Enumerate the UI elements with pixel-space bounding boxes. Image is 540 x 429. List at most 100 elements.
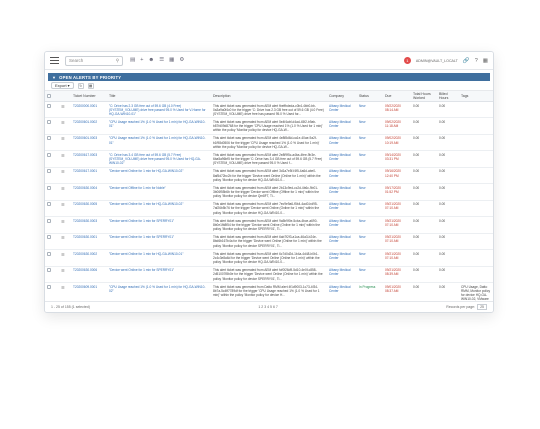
cell-title[interactable]: "Device went Online for 1 min for SPERRY…	[107, 216, 211, 234]
columns-icon[interactable]: ▦	[87, 82, 94, 89]
cell-company[interactable]: Albany Medical Center	[327, 266, 357, 284]
row-checkbox[interactable]	[45, 167, 59, 185]
user-name[interactable]: ADMIN@VAULT_LOCALT	[416, 59, 458, 63]
cell-title[interactable]: "C: Drive has 2.3 GB free out of 59.6 GB…	[107, 101, 211, 119]
chart-icon[interactable]: ▤	[130, 57, 135, 64]
cell-title[interactable]: "Device went Online for 1 min for HQ-GA-…	[107, 249, 211, 267]
cell-company[interactable]: Albany Medical Center	[327, 200, 357, 218]
row-menu-icon[interactable]: ☰	[59, 134, 71, 152]
row-checkbox[interactable]	[45, 233, 59, 251]
cell-title[interactable]: "Device went Online for 1 min for SPERRY…	[107, 233, 211, 251]
table-row[interactable]: ☰ T20200630.0004 "Device went Offline for …	[45, 183, 493, 201]
column-header[interactable]: Company	[327, 91, 357, 102]
row-checkbox[interactable]	[45, 266, 59, 284]
table-row[interactable]: ☰ T20200617.0003 "C: Drive has 3.4 GB free…	[45, 150, 493, 168]
cell-ticket[interactable]: T20200630.0002	[71, 249, 107, 267]
cell-company[interactable]: Albany Medical Center	[327, 101, 357, 119]
row-menu-icon[interactable]: ☰	[59, 150, 71, 168]
cell-company[interactable]: Albany Medical Center	[327, 233, 357, 251]
pagination[interactable]: 1 2 3 4 5 6 7	[258, 305, 277, 309]
topbar-right: 1 ADMIN@VAULT_LOCALT 🔗 ? ▦	[403, 57, 488, 64]
row-menu-icon[interactable]: ☰	[59, 101, 71, 119]
cell-ticket[interactable]: T20200000.0001	[71, 101, 107, 119]
cell-title[interactable]: "Device went Offline for 1 min for Noble…	[107, 183, 211, 201]
cell-ticket[interactable]: T20200630.0003	[71, 216, 107, 234]
cell-ticket[interactable]: T20200601.0002	[71, 117, 107, 135]
table-row[interactable]: ☰ T20200630.0003 "Device went Online for 1…	[45, 216, 493, 234]
cell-ticket[interactable]: T20200630.0001	[71, 233, 107, 251]
cell-company[interactable]: Albany Medical Center	[327, 249, 357, 267]
table-row[interactable]: ☰ T20200630.0005 "Device went Online for 1…	[45, 200, 493, 218]
export-button[interactable]: Export ▾	[51, 82, 74, 89]
column-header[interactable]: Ticket Number	[71, 91, 107, 102]
row-menu-icon[interactable]: ☰	[59, 183, 71, 201]
row-menu-icon[interactable]: ☰	[59, 216, 71, 234]
settings-icon[interactable]: ⚙	[179, 57, 184, 64]
column-header[interactable]: Status	[357, 91, 383, 102]
row-menu-icon[interactable]: ☰	[59, 117, 71, 135]
table-row[interactable]: ☰ T20200617.0001 "Device went Online for 1…	[45, 167, 493, 185]
row-menu-icon[interactable]: ☰	[59, 249, 71, 267]
cell-company[interactable]: Albany Medical Center	[327, 167, 357, 185]
row-menu-icon[interactable]: ☰	[59, 200, 71, 218]
cell-company[interactable]: Albany Medical Center	[327, 216, 357, 234]
cell-title[interactable]: "CPU Usage reached 1% (1.0 % Used for 1 …	[107, 117, 211, 135]
row-checkbox[interactable]	[45, 134, 59, 152]
cell-title[interactable]: "C: Drive has 3.4 GB free out of 59.6 GB…	[107, 150, 211, 168]
cell-company[interactable]: Albany Medical Center	[327, 134, 357, 152]
table-row[interactable]: ☰ T20200000.0001 "C: Drive has 2.3 GB free…	[45, 101, 493, 119]
row-checkbox[interactable]	[45, 117, 59, 135]
notification-badge[interactable]: 1	[403, 57, 411, 64]
cell-ticket[interactable]: T20200617.0001	[71, 167, 107, 185]
select-all-checkbox[interactable]	[45, 91, 59, 102]
row-menu-icon[interactable]: ☰	[59, 266, 71, 284]
column-header[interactable]: Due	[383, 91, 411, 102]
table-row[interactable]: ☰ T20200630.0006 "Device went Online for 1…	[45, 266, 493, 284]
user-icon[interactable]: ☻	[148, 57, 154, 64]
row-checkbox[interactable]	[45, 150, 59, 168]
refresh-icon[interactable]: ↻	[77, 82, 84, 89]
table-row[interactable]: ☰ T20200630.0002 "Device went Online for 1…	[45, 249, 493, 267]
column-header[interactable]: Tags	[459, 91, 493, 102]
link-icon[interactable]: 🔗	[463, 58, 470, 64]
cell-company[interactable]: Albany Medical Center	[327, 183, 357, 201]
collapse-caret-icon[interactable]: ▼	[52, 75, 56, 80]
list-icon[interactable]: ☰	[159, 57, 164, 64]
help-icon[interactable]: ?	[475, 58, 478, 64]
column-header[interactable]: Description	[211, 91, 327, 102]
table-row[interactable]: ☰ T20200601.0003 "CPU Usage reached 1% (1.…	[45, 134, 493, 152]
row-checkbox[interactable]	[45, 216, 59, 234]
column-header[interactable]: Title	[107, 91, 211, 102]
cell-title[interactable]: "CPU Usage reached 1% (1.0 % Used for 1 …	[107, 134, 211, 152]
table-row[interactable]: ☰ T20200630.0001 "Device went Online for 1…	[45, 233, 493, 251]
calendar-icon[interactable]: ▦	[169, 57, 174, 64]
row-checkbox[interactable]	[45, 101, 59, 119]
column-header[interactable]: Billed Hours	[437, 91, 459, 102]
cell-title[interactable]: "Device went Online for 1 min for HQ-GA-…	[107, 200, 211, 218]
search-input[interactable]: Search ⚲	[65, 55, 123, 66]
cell-ticket[interactable]: T20200601.0003	[71, 134, 107, 152]
cell-company[interactable]: Albany Medical Center	[327, 150, 357, 168]
cell-ticket[interactable]: T20200630.0005	[71, 200, 107, 218]
cell-title[interactable]: "Device went Online for 1 min for SPERRY…	[107, 266, 211, 284]
row-checkbox[interactable]	[45, 200, 59, 218]
panel-header[interactable]: ▼ OPEN ALERTS BY PRIORITY	[48, 73, 490, 81]
add-icon[interactable]: +	[140, 57, 143, 64]
cell-company[interactable]: Albany Medical Center	[327, 117, 357, 135]
cell-title[interactable]: "Device went Online for 1 min for HQ-GA-…	[107, 167, 211, 185]
cell-ticket[interactable]: T20200630.0004	[71, 183, 107, 201]
table-row[interactable]: ☰ T20200601.0002 "CPU Usage reached 1% (1.…	[45, 117, 493, 135]
row-checkbox[interactable]	[45, 183, 59, 201]
grid-icon[interactable]: ▦	[483, 58, 488, 64]
row-checkbox[interactable]	[45, 249, 59, 267]
rpp-select[interactable]: 25	[477, 304, 487, 310]
search-icon: ⚲	[115, 57, 119, 63]
cell-ticket[interactable]: T20200617.0003	[71, 150, 107, 168]
cell-ticket[interactable]: T20200630.0006	[71, 266, 107, 284]
column-header[interactable]: Total Hours Worked	[411, 91, 437, 102]
cell-worked: 0.00	[411, 200, 437, 218]
row-menu-icon[interactable]: ☰	[59, 233, 71, 251]
row-menu-icon[interactable]: ☰	[59, 167, 71, 185]
alerts-table: Ticket Number Title Description Company …	[45, 91, 493, 312]
menu-icon[interactable]	[50, 57, 59, 64]
